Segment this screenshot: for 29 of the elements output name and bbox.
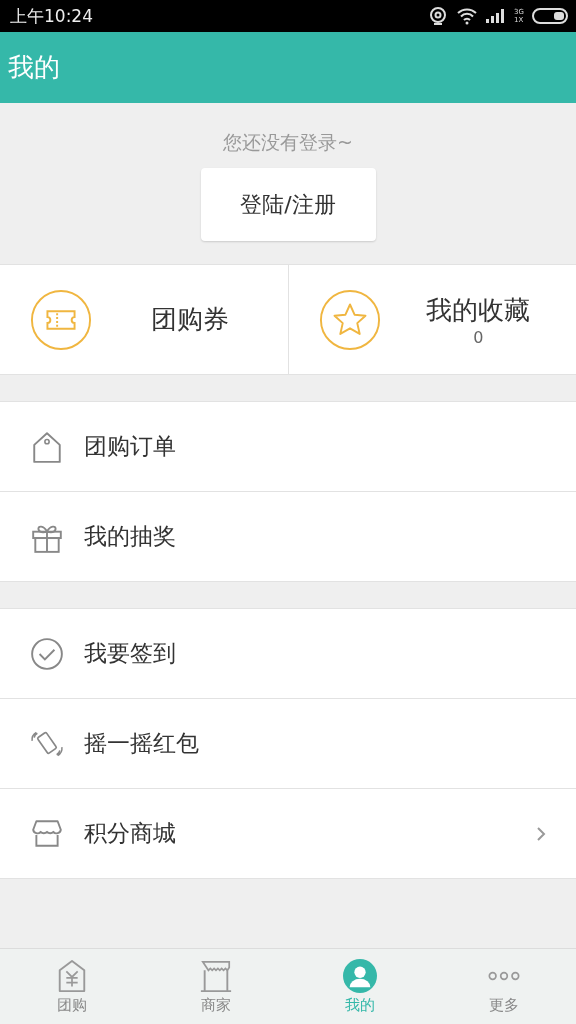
signal-icon bbox=[486, 9, 507, 23]
page-title: 我的 bbox=[8, 51, 60, 84]
login-prompt: 您还没有登录~ bbox=[223, 130, 353, 155]
menu-label: 摇一摇红包 bbox=[84, 729, 200, 758]
tag-icon bbox=[30, 429, 64, 464]
more-icon bbox=[487, 970, 521, 981]
menu-label: 我要签到 bbox=[84, 639, 177, 668]
menu-label: 积分商城 bbox=[84, 819, 177, 848]
ticket-icon bbox=[30, 288, 92, 351]
user-icon bbox=[343, 958, 377, 993]
battery-icon bbox=[532, 8, 568, 24]
check-circle-icon bbox=[30, 636, 64, 671]
menu-label: 团购订单 bbox=[84, 432, 177, 461]
card-label: 团购券 bbox=[150, 303, 229, 336]
status-time: 上午10:24 bbox=[10, 4, 93, 28]
menu-item[interactable]: 团购订单 bbox=[0, 402, 576, 491]
menu-item[interactable]: 积分商城 bbox=[0, 788, 576, 878]
menu-item[interactable]: 摇一摇红包 bbox=[0, 698, 576, 788]
quick-card[interactable]: 我的收藏 0 bbox=[287, 265, 576, 374]
favorites-count: 0 bbox=[473, 327, 484, 347]
login-button[interactable]: 登陆/注册 bbox=[200, 168, 376, 241]
wifi-icon bbox=[456, 7, 479, 25]
menu-item[interactable]: 我的抽奖 bbox=[0, 491, 576, 581]
menu-item[interactable]: 我要签到 bbox=[0, 609, 576, 698]
storefront-icon bbox=[199, 958, 233, 993]
hotspot-icon bbox=[428, 6, 449, 26]
card-label: 我的收藏 bbox=[426, 293, 531, 327]
quick-card[interactable]: 团购券 bbox=[0, 265, 288, 374]
menu-label: 我的抽奖 bbox=[84, 522, 177, 551]
